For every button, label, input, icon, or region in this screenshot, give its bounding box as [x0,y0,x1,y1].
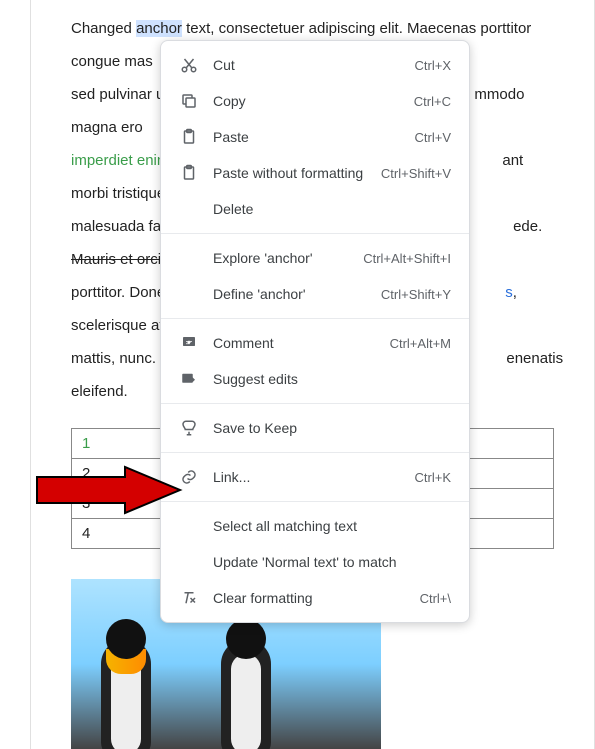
menu-label: Explore 'anchor' [213,250,349,266]
menu-shortcut: Ctrl+Shift+V [381,166,451,181]
menu-divider [161,452,469,453]
text-selection: anchor [136,20,182,37]
menu-item-define[interactable]: Define 'anchor' Ctrl+Shift+Y [161,276,469,312]
menu-shortcut: Ctrl+X [415,58,451,73]
blank-icon [179,199,199,219]
menu-divider [161,318,469,319]
menu-item-comment[interactable]: Comment Ctrl+Alt+M [161,325,469,361]
menu-label: Suggest edits [213,371,451,387]
menu-shortcut: Ctrl+C [414,94,451,109]
menu-item-select-all-matching-text[interactable]: Select all matching text [161,508,469,544]
menu-item-cut[interactable]: Cut Ctrl+X [161,47,469,83]
menu-shortcut: Ctrl+Shift+Y [381,287,451,302]
menu-shortcut: Ctrl+K [415,470,451,485]
copy-icon [179,91,199,111]
menu-item-copy[interactable]: Copy Ctrl+C [161,83,469,119]
menu-item-save-to-keep[interactable]: Save to Keep [161,410,469,446]
menu-divider [161,501,469,502]
clear-format-icon [179,588,199,608]
suggest-icon [179,369,199,389]
menu-label: Paste [213,129,401,145]
menu-item-clear-formatting[interactable]: Clear formatting Ctrl+\ [161,580,469,616]
menu-item-paste-without-formatting[interactable]: Paste without formatting Ctrl+Shift+V [161,155,469,191]
text-run: malesuada fa [71,218,161,235]
menu-label: Delete [213,201,451,217]
paste-icon [179,127,199,147]
menu-item-paste[interactable]: Paste Ctrl+V [161,119,469,155]
cut-icon [179,55,199,75]
text-run: mattis, nunc. I [71,350,164,367]
blank-icon [179,248,199,268]
hyperlink-text[interactable]: imperdiet enim [71,152,169,169]
paste-plain-icon [179,163,199,183]
menu-divider [161,403,469,404]
menu-label: Clear formatting [213,590,406,606]
menu-label: Paste without formatting [213,165,367,181]
menu-item-suggest-edits[interactable]: Suggest edits [161,361,469,397]
strikethrough-text: Mauris et orci [71,251,161,268]
menu-shortcut: Ctrl+Alt+M [390,336,451,351]
image-content [81,589,171,749]
blank-icon [179,284,199,304]
keep-icon [179,418,199,438]
text-run: porttitor. Done [71,284,165,301]
menu-item-explore[interactable]: Explore 'anchor' Ctrl+Alt+Shift+I [161,240,469,276]
text-run: Changed [71,20,136,37]
comment-icon [179,333,199,353]
menu-shortcut: Ctrl+V [415,130,451,145]
suggestion-text: s [505,284,513,301]
menu-item-link[interactable]: Link... Ctrl+K [161,459,469,495]
menu-item-delete[interactable]: Delete [161,191,469,227]
menu-label: Cut [213,57,401,73]
menu-label: Link... [213,469,401,485]
menu-shortcut: Ctrl+Alt+Shift+I [363,251,451,266]
menu-item-update-style[interactable]: Update 'Normal text' to match [161,544,469,580]
blank-icon [179,552,199,572]
text-run: ede. [513,218,542,235]
menu-label: Copy [213,93,400,109]
menu-label: Comment [213,335,376,351]
context-menu: Cut Ctrl+X Copy Ctrl+C Paste Ctrl+V Past… [160,40,470,623]
menu-divider [161,233,469,234]
menu-label: Update 'Normal text' to match [213,554,451,570]
menu-label: Save to Keep [213,420,451,436]
menu-label: Define 'anchor' [213,286,367,302]
menu-label: Select all matching text [213,518,451,534]
text-run: sed pulvinar u [71,86,164,103]
annotation-arrow [35,465,185,525]
menu-shortcut: Ctrl+\ [420,591,451,606]
